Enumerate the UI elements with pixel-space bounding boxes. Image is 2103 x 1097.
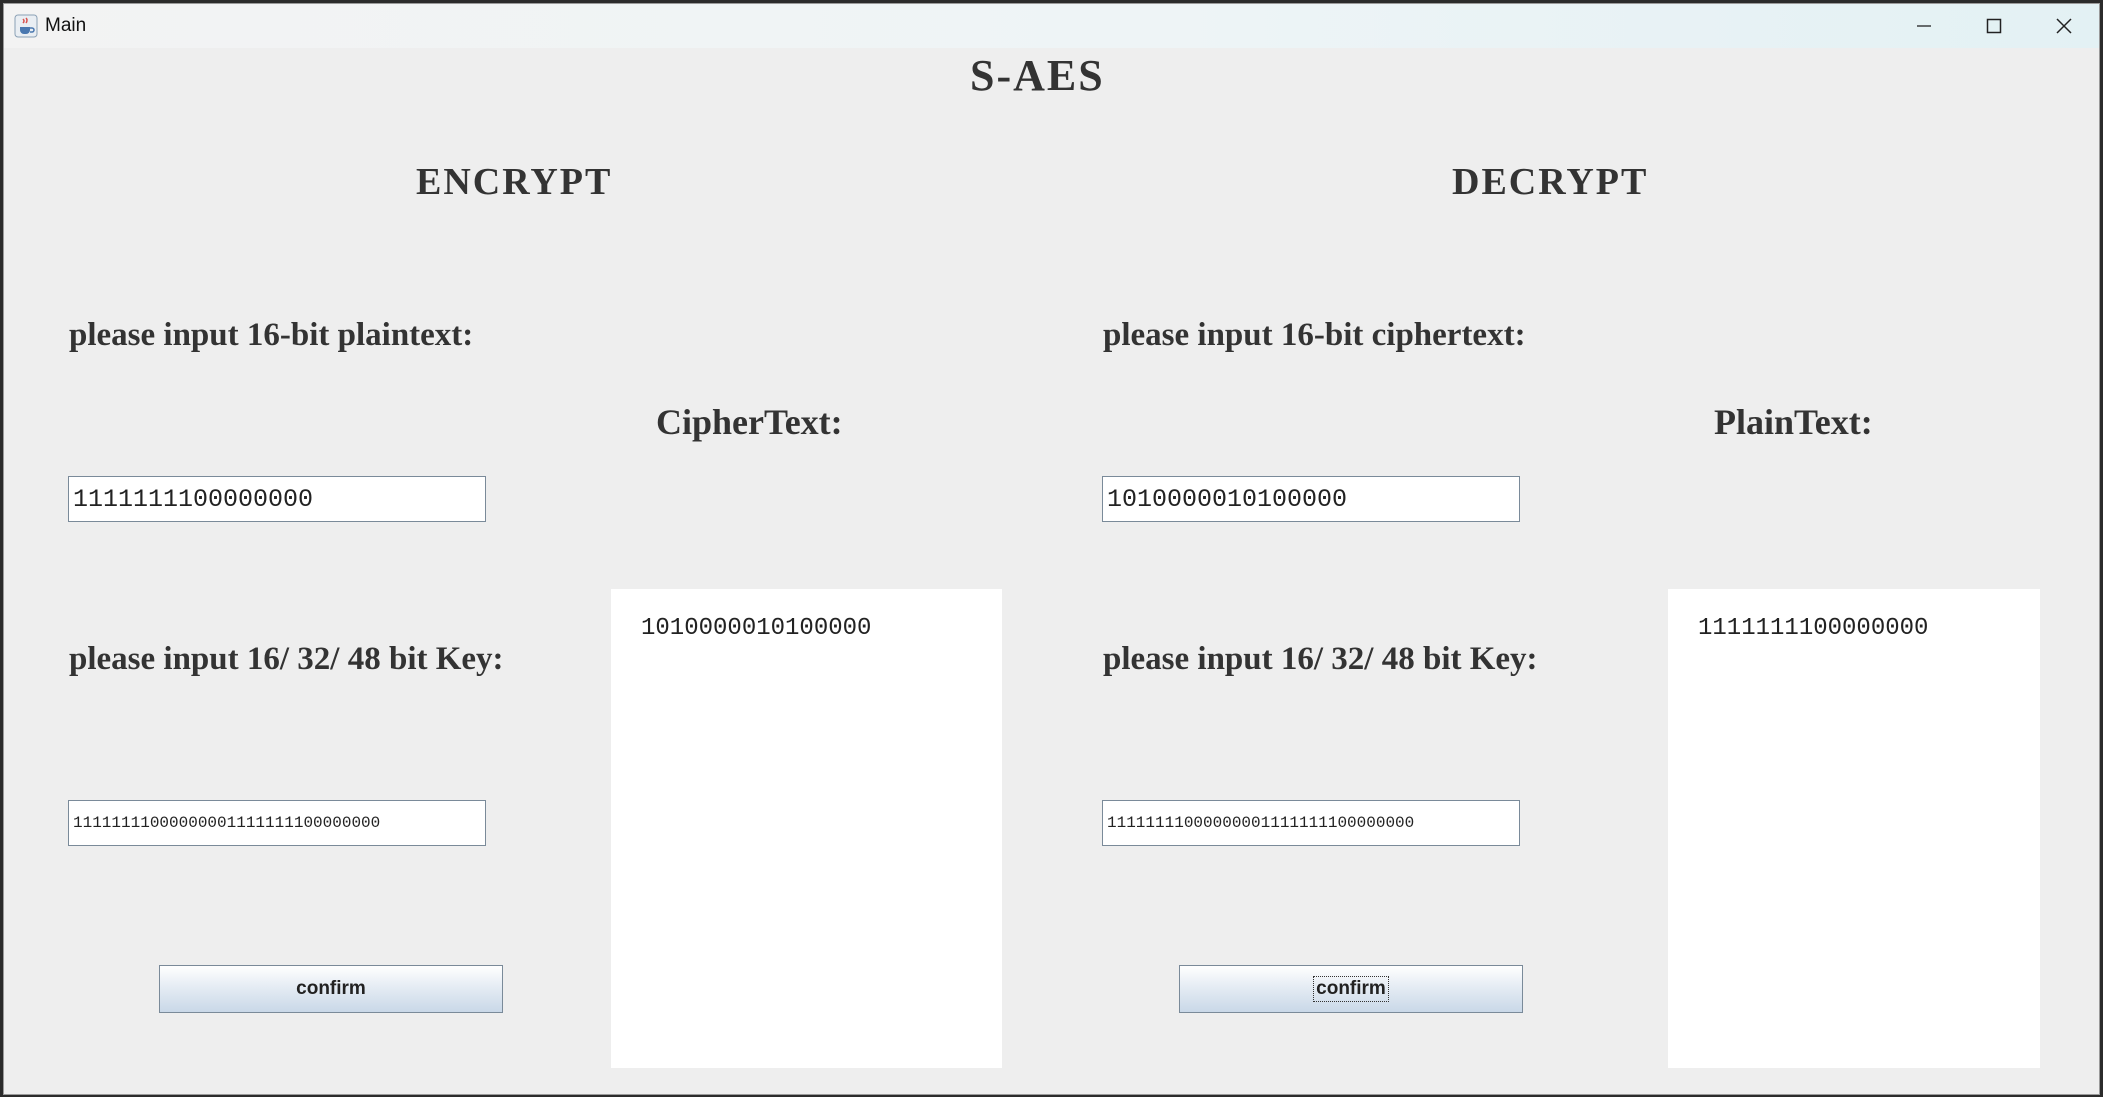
maximize-icon — [1985, 17, 2003, 35]
plaintext-output-area[interactable]: 1111111100000000 — [1668, 589, 2040, 1068]
plaintext-label: please input 16-bit plaintext: — [69, 317, 474, 353]
ciphertext-output-label: CipherText: — [656, 402, 843, 442]
minimize-icon — [1915, 17, 1933, 35]
title-bar[interactable]: Main — [4, 4, 2099, 48]
ciphertext-label: please input 16-bit ciphertext: — [1103, 317, 1526, 353]
encrypt-key-label: please input 16/ 32/ 48 bit Key: — [69, 641, 504, 677]
plaintext-output-label: PlainText: — [1714, 402, 1873, 442]
decrypt-confirm-label: confirm — [1313, 976, 1389, 1002]
decrypt-heading: DECRYPT — [1452, 161, 1649, 203]
java-cup-icon — [14, 14, 38, 38]
window-title: Main — [45, 15, 87, 36]
encrypt-confirm-label: confirm — [296, 978, 366, 999]
maximize-button[interactable] — [1959, 4, 2029, 48]
plaintext-input[interactable] — [68, 476, 486, 522]
main-panel: S-AES ENCRYPT please input 16-bit plaint… — [4, 48, 2099, 1094]
minimize-button[interactable] — [1889, 4, 1959, 48]
app-title: S-AES — [970, 51, 1105, 100]
encrypt-confirm-button[interactable]: confirm — [159, 965, 503, 1013]
close-icon — [2055, 17, 2073, 35]
decrypt-key-label: please input 16/ 32/ 48 bit Key: — [1103, 641, 1538, 677]
decrypt-confirm-button[interactable]: confirm — [1179, 965, 1523, 1013]
encrypt-key-input[interactable] — [68, 800, 486, 846]
ciphertext-input[interactable] — [1102, 476, 1520, 522]
main-window: Main S-AES ENCRYPT please input 16-bit p… — [3, 3, 2100, 1095]
ciphertext-output-area[interactable]: 1010000010100000 — [611, 589, 1002, 1068]
close-button[interactable] — [2029, 4, 2099, 48]
encrypt-heading: ENCRYPT — [416, 161, 613, 203]
decrypt-key-input[interactable] — [1102, 800, 1520, 846]
